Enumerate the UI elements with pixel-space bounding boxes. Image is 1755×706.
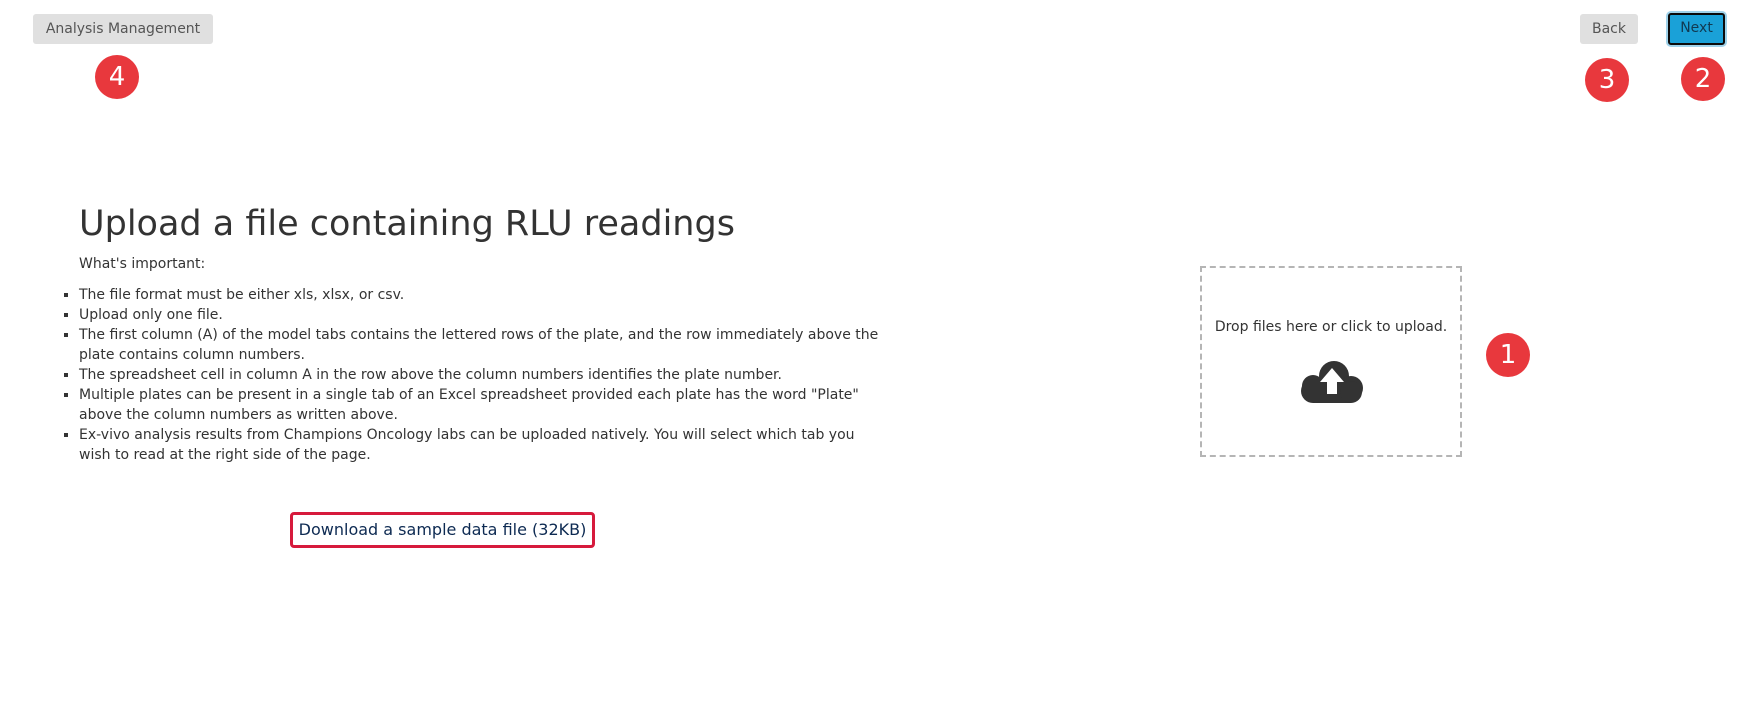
back-button[interactable]: Back bbox=[1580, 14, 1638, 44]
dropzone-text: Drop files here or click to upload. bbox=[1214, 319, 1448, 335]
page-title: Upload a file containing RLU readings bbox=[79, 204, 735, 244]
requirements-list: The file format must be either xls, xlsx… bbox=[79, 285, 889, 465]
requirement-item: Ex-vivo analysis results from Champions … bbox=[79, 425, 889, 465]
cloud-upload-icon bbox=[1301, 361, 1363, 403]
important-label: What's important: bbox=[79, 256, 206, 272]
step-badge-2: 2 bbox=[1681, 57, 1725, 101]
requirement-item: Upload only one file. bbox=[79, 305, 889, 325]
step-badge-1: 1 bbox=[1486, 333, 1530, 377]
requirement-item: The spreadsheet cell in column A in the … bbox=[79, 365, 889, 385]
requirement-item: Multiple plates can be present in a sing… bbox=[79, 385, 889, 425]
requirement-item: The file format must be either xls, xlsx… bbox=[79, 285, 889, 305]
download-sample-link[interactable]: Download a sample data file (32KB) bbox=[290, 512, 595, 548]
requirement-item: The first column (A) of the model tabs c… bbox=[79, 325, 889, 365]
next-button[interactable]: Next bbox=[1668, 13, 1725, 45]
file-dropzone[interactable]: Drop files here or click to upload. bbox=[1200, 266, 1462, 457]
analysis-management-button[interactable]: Analysis Management bbox=[33, 14, 213, 44]
step-badge-4: 4 bbox=[95, 55, 139, 99]
step-badge-3: 3 bbox=[1585, 58, 1629, 102]
